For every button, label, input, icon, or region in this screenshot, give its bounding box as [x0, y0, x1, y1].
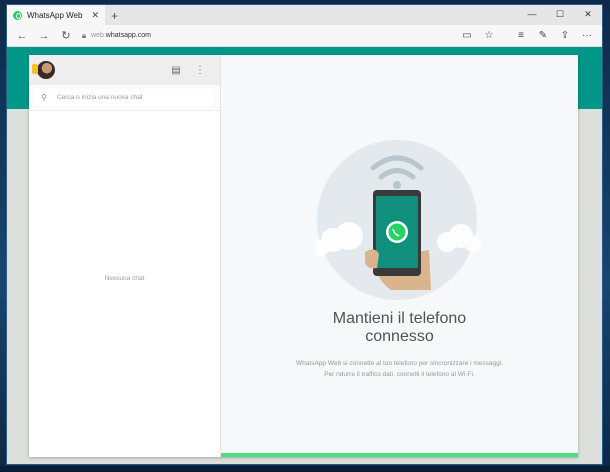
whatsapp-app: ▤ ⋮ ⚲ Cerca o inizia una nuova chat Ness… — [29, 55, 578, 457]
browser-window: WhatsApp Web ✕ + — ☐ ✕ ← → ↻ 🔒︎ web.what… — [6, 4, 603, 465]
headline-line-1: Mantieni il telefono — [332, 310, 467, 327]
hub-icon[interactable]: ≡ — [510, 30, 532, 41]
search-icon: ⚲ — [41, 93, 47, 102]
tab-strip: WhatsApp Web ✕ + — ☐ ✕ — [7, 5, 602, 25]
description-line-1: WhatsApp Web si connette al tuo telefono… — [296, 360, 503, 367]
close-window-button[interactable]: ✕ — [574, 5, 602, 25]
description-line-2: Per ridurre il traffico dati, connetti i… — [324, 371, 475, 378]
sidebar-header: ▤ ⋮ — [29, 55, 220, 85]
taskbar — [0, 466, 610, 472]
menu-icon[interactable]: ⋮ — [188, 65, 212, 76]
web-note-icon[interactable]: ✎ — [532, 30, 554, 41]
search-input[interactable]: ⚲ Cerca o inizia una nuova chat — [35, 89, 214, 106]
share-icon[interactable]: ⇪ — [554, 30, 576, 41]
window-controls: — ☐ ✕ — [518, 5, 602, 25]
search-container: ⚲ Cerca o inizia una nuova chat — [29, 85, 220, 111]
favorite-star-icon[interactable]: ☆ — [478, 30, 500, 41]
lock-icon: 🔒︎ — [81, 30, 87, 40]
url-domain: whatsapp.com — [105, 32, 151, 39]
tab-whatsapp[interactable]: WhatsApp Web ✕ — [7, 5, 105, 25]
new-tab-button[interactable]: + — [111, 7, 118, 25]
address-bar-row: ← → ↻ 🔒︎ web.whatsapp.com ▭ ☆ ≡ ✎ ⇪ ··· — [7, 25, 602, 47]
intro-panel: Mantieni il telefono connesso WhatsApp W… — [221, 55, 578, 457]
reading-view-icon[interactable]: ▭ — [456, 30, 478, 41]
new-chat-icon[interactable]: ▤ — [164, 65, 188, 76]
url-prefix: web. — [91, 32, 106, 39]
whatsapp-favicon-icon — [13, 10, 22, 20]
more-icon[interactable]: ··· — [576, 30, 598, 41]
back-icon[interactable]: ← — [11, 30, 33, 42]
phone-connected-illustration — [313, 140, 481, 300]
minimize-button[interactable]: — — [518, 5, 546, 25]
address-field[interactable]: web.whatsapp.com — [91, 32, 456, 39]
maximize-button[interactable]: ☐ — [546, 5, 574, 25]
empty-chat-text: Nessuna chat — [104, 275, 145, 282]
green-bottom-bar — [221, 453, 578, 457]
chat-sidebar: ▤ ⋮ ⚲ Cerca o inizia una nuova chat Ness… — [29, 55, 221, 457]
tab-close-icon[interactable]: ✕ — [91, 10, 99, 21]
headline: Mantieni il telefono connesso — [221, 310, 578, 346]
description: WhatsApp Web si connette al tuo telefono… — [221, 358, 578, 380]
refresh-icon[interactable]: ↻ — [55, 29, 77, 42]
headline-line-2: connesso — [365, 328, 434, 345]
page-viewport: ▤ ⋮ ⚲ Cerca o inizia una nuova chat Ness… — [7, 47, 602, 464]
avatar[interactable] — [32, 61, 55, 79]
search-placeholder: Cerca o inizia una nuova chat — [57, 94, 143, 101]
browser-toolbar: ▭ ☆ ≡ ✎ ⇪ ··· — [456, 30, 598, 41]
forward-icon[interactable]: → — [33, 30, 55, 42]
tab-title: WhatsApp Web — [27, 10, 83, 20]
